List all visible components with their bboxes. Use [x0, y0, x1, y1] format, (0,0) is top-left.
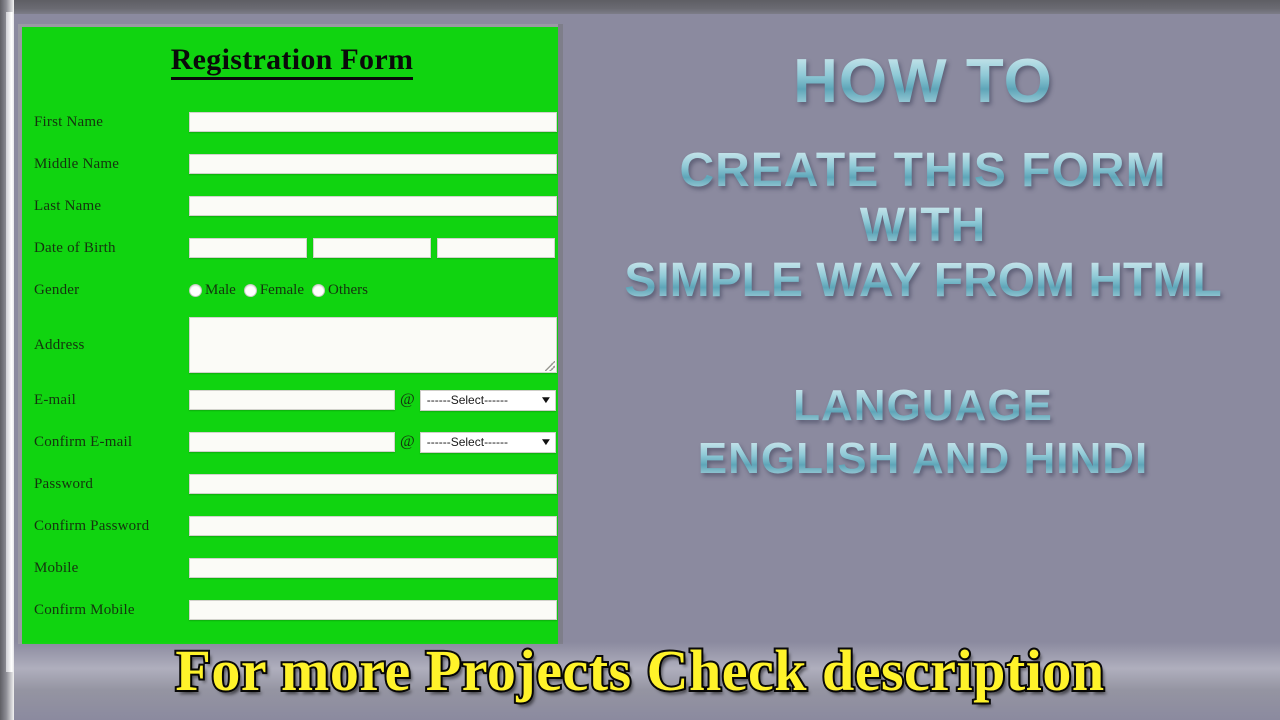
radio-icon-male[interactable]: [189, 283, 202, 297]
form-row-confirm-password: Confirm Password: [34, 505, 557, 547]
form-row-email: E-mail @ ------Select------ ▼: [34, 379, 556, 421]
label-confirm-password: Confirm Password: [34, 517, 150, 534]
at-symbol-icon: @: [400, 391, 415, 408]
last-name-input[interactable]: [189, 196, 557, 216]
field-wrap-address: [189, 317, 557, 373]
chevron-down-icon: ▼: [539, 394, 553, 406]
form-row-confirm-mobile: Confirm Mobile: [34, 589, 557, 631]
field-wrap-middle-name: [189, 154, 557, 174]
field-wrap-password: [189, 474, 557, 494]
form-row-middle-name: Middle Name: [34, 143, 557, 185]
promo-headline: HOW TO CREATE THIS FORM WITH SIMPLE WAY …: [566, 20, 1280, 640]
radio-icon-others[interactable]: [311, 283, 325, 297]
gender-option-male[interactable]: Male: [189, 282, 236, 299]
form-row-confirm-email: Confirm E-mail @ ------Select------ ▼: [34, 421, 556, 463]
form-row-gender: Gender Male Female Others: [34, 269, 554, 311]
form-row-address: Address: [34, 311, 557, 379]
promo-line-language: LANGUAGE: [566, 383, 1280, 429]
dob-day-input[interactable]: [189, 238, 307, 258]
gender-radio-list: Male Female Others: [189, 282, 376, 299]
label-password: Password: [34, 475, 94, 492]
field-wrap-last-name: [189, 196, 557, 216]
promo-line-how-to: HOW TO: [566, 50, 1280, 113]
gender-option-others[interactable]: Others: [311, 281, 368, 299]
field-wrap-mobile: [189, 558, 557, 578]
confirm-email-domain-select-value: ------Select------: [426, 435, 509, 449]
promo-line-create: CREATE THIS FORM: [566, 146, 1280, 196]
page-title-text: Registration Form: [170, 43, 414, 80]
label-date-of-birth: Date of Birth: [34, 239, 116, 256]
promo-line-simple: SIMPLE WAY FROM HTML: [566, 256, 1280, 306]
chevron-down-icon-confirm: ▼: [539, 436, 553, 448]
bottom-banner-text: For more Projects Check description: [173, 636, 1106, 705]
label-middle-name: Middle Name: [34, 155, 120, 172]
mobile-input[interactable]: [189, 558, 557, 578]
radio-icon-female[interactable]: [243, 283, 257, 297]
confirm-password-input[interactable]: [189, 516, 557, 536]
password-input[interactable]: [189, 474, 557, 494]
dob-month-input[interactable]: [313, 238, 431, 258]
confirm-mobile-input[interactable]: [189, 600, 557, 620]
gender-label-female: Female: [259, 281, 304, 298]
form-row-mobile: Mobile: [34, 547, 557, 589]
address-textarea[interactable]: [189, 317, 557, 373]
form-row-first-name: First Name: [34, 101, 557, 143]
label-gender: Gender: [34, 281, 80, 298]
field-wrap-gender: Male Female Others: [189, 282, 554, 299]
label-confirm-email: Confirm E-mail: [34, 433, 133, 450]
registration-form-panel: Registration Form First Name Middle Name…: [18, 24, 562, 644]
form-row-date-of-birth: Date of Birth: [34, 227, 555, 269]
form-row-password: Password: [34, 463, 557, 505]
at-symbol-icon-confirm: @: [400, 433, 415, 450]
label-mobile: Mobile: [34, 559, 79, 576]
promo-line-english: ENGLISH AND HINDI: [566, 436, 1280, 482]
email-domain-select[interactable]: ------Select------ ▼: [419, 389, 556, 411]
gender-label-male: Male: [205, 281, 236, 298]
dob-year-input[interactable]: [437, 238, 555, 258]
first-name-input[interactable]: [189, 112, 557, 132]
field-wrap-confirm-password: [189, 516, 557, 536]
field-wrap-confirm-email: @ ------Select------ ▼: [189, 431, 556, 453]
frame-top-edge: [0, 0, 1280, 14]
field-wrap-date-of-birth: [189, 238, 555, 258]
form-rows: First Name Middle Name Last Name Date of…: [22, 101, 562, 644]
frame-left-highlight: [6, 12, 14, 672]
form-row-last-name: Last Name: [34, 185, 557, 227]
field-wrap-confirm-mobile: [189, 600, 557, 620]
confirm-email-domain-select[interactable]: ------Select------ ▼: [419, 431, 556, 453]
promo-line-with: WITH: [566, 201, 1280, 251]
page-title: Registration Form: [22, 43, 562, 80]
field-wrap-first-name: [189, 112, 557, 132]
label-email: E-mail: [34, 391, 77, 408]
field-wrap-email: @ ------Select------ ▼: [189, 389, 556, 411]
email-domain-select-value: ------Select------: [426, 393, 509, 407]
label-last-name: Last Name: [34, 197, 102, 214]
gender-option-female[interactable]: Female: [243, 281, 304, 299]
form-panel-right-edge: [558, 24, 563, 644]
gender-label-others: Others: [327, 281, 368, 298]
label-confirm-mobile: Confirm Mobile: [34, 601, 135, 618]
confirm-email-input[interactable]: [189, 432, 395, 452]
label-address: Address: [34, 336, 85, 353]
label-first-name: First Name: [34, 113, 104, 130]
middle-name-input[interactable]: [189, 154, 557, 174]
video-frame: Registration Form First Name Middle Name…: [0, 0, 1280, 720]
email-input[interactable]: [189, 390, 395, 410]
